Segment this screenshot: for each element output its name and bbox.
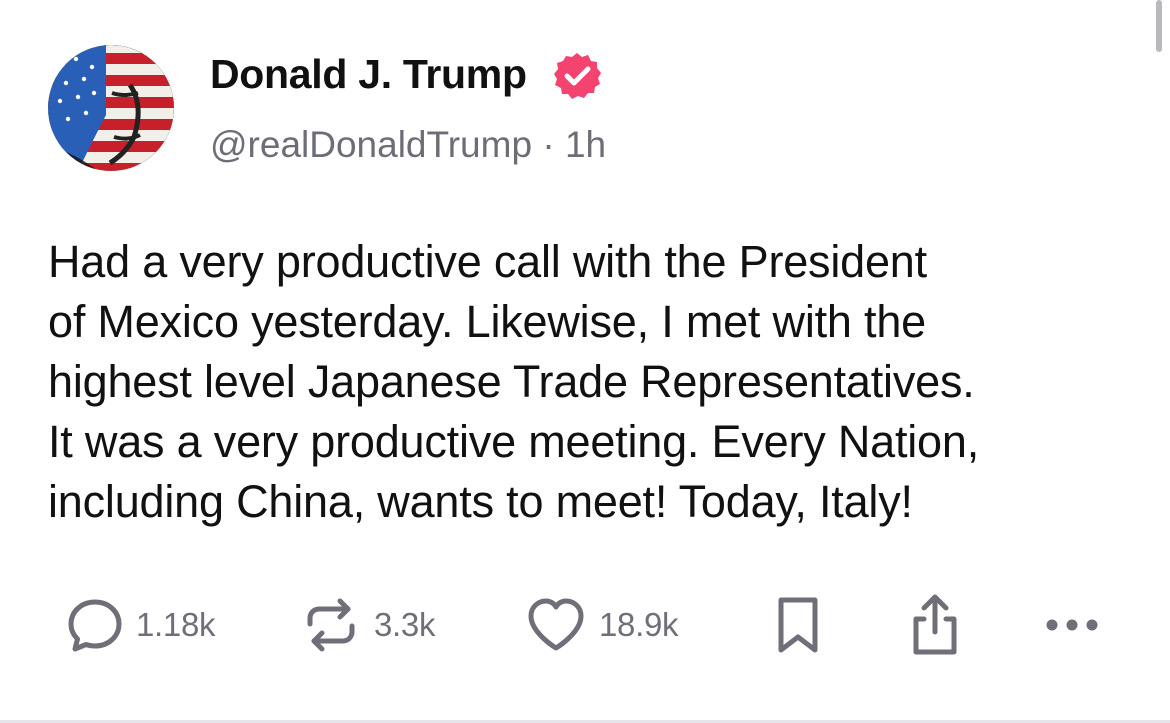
scrollbar[interactable] bbox=[1156, 0, 1162, 52]
speech-bubble-icon bbox=[68, 599, 122, 652]
post-card: Donald J. Trump @realDonaldTrump · 1h Ha… bbox=[0, 0, 1170, 723]
verified-badge-icon bbox=[554, 53, 601, 99]
repost-arrows-icon bbox=[307, 598, 355, 652]
more-options-button[interactable] bbox=[1040, 590, 1104, 660]
ellipsis-icon bbox=[1046, 619, 1098, 631]
bookmark-button[interactable] bbox=[772, 590, 824, 660]
avatar[interactable] bbox=[48, 45, 174, 171]
avatar-image bbox=[48, 45, 174, 171]
reply-count: 1.18k bbox=[136, 606, 216, 643]
bookmark-icon bbox=[778, 597, 818, 653]
like-button[interactable]: 18.9k bbox=[525, 590, 679, 660]
share-upload-icon bbox=[913, 594, 957, 655]
heart-icon bbox=[528, 598, 584, 651]
meta-separator: · bbox=[542, 124, 555, 165]
post-action-bar: 1.18k 3.3k 18.9k bbox=[0, 590, 1170, 660]
post-body-text: Had a very productive call with the Pres… bbox=[48, 236, 980, 527]
share-button[interactable] bbox=[904, 590, 966, 660]
like-count: 18.9k bbox=[599, 606, 679, 643]
author-handle[interactable]: @realDonaldTrump bbox=[210, 124, 532, 165]
author-display-name[interactable]: Donald J. Trump bbox=[210, 50, 527, 98]
reply-button[interactable]: 1.18k bbox=[66, 590, 216, 660]
author-meta: @realDonaldTrump · 1h bbox=[210, 122, 606, 168]
post-timestamp[interactable]: 1h bbox=[565, 124, 606, 165]
repost-button[interactable]: 3.3k bbox=[300, 590, 435, 660]
repost-count: 3.3k bbox=[374, 606, 436, 643]
